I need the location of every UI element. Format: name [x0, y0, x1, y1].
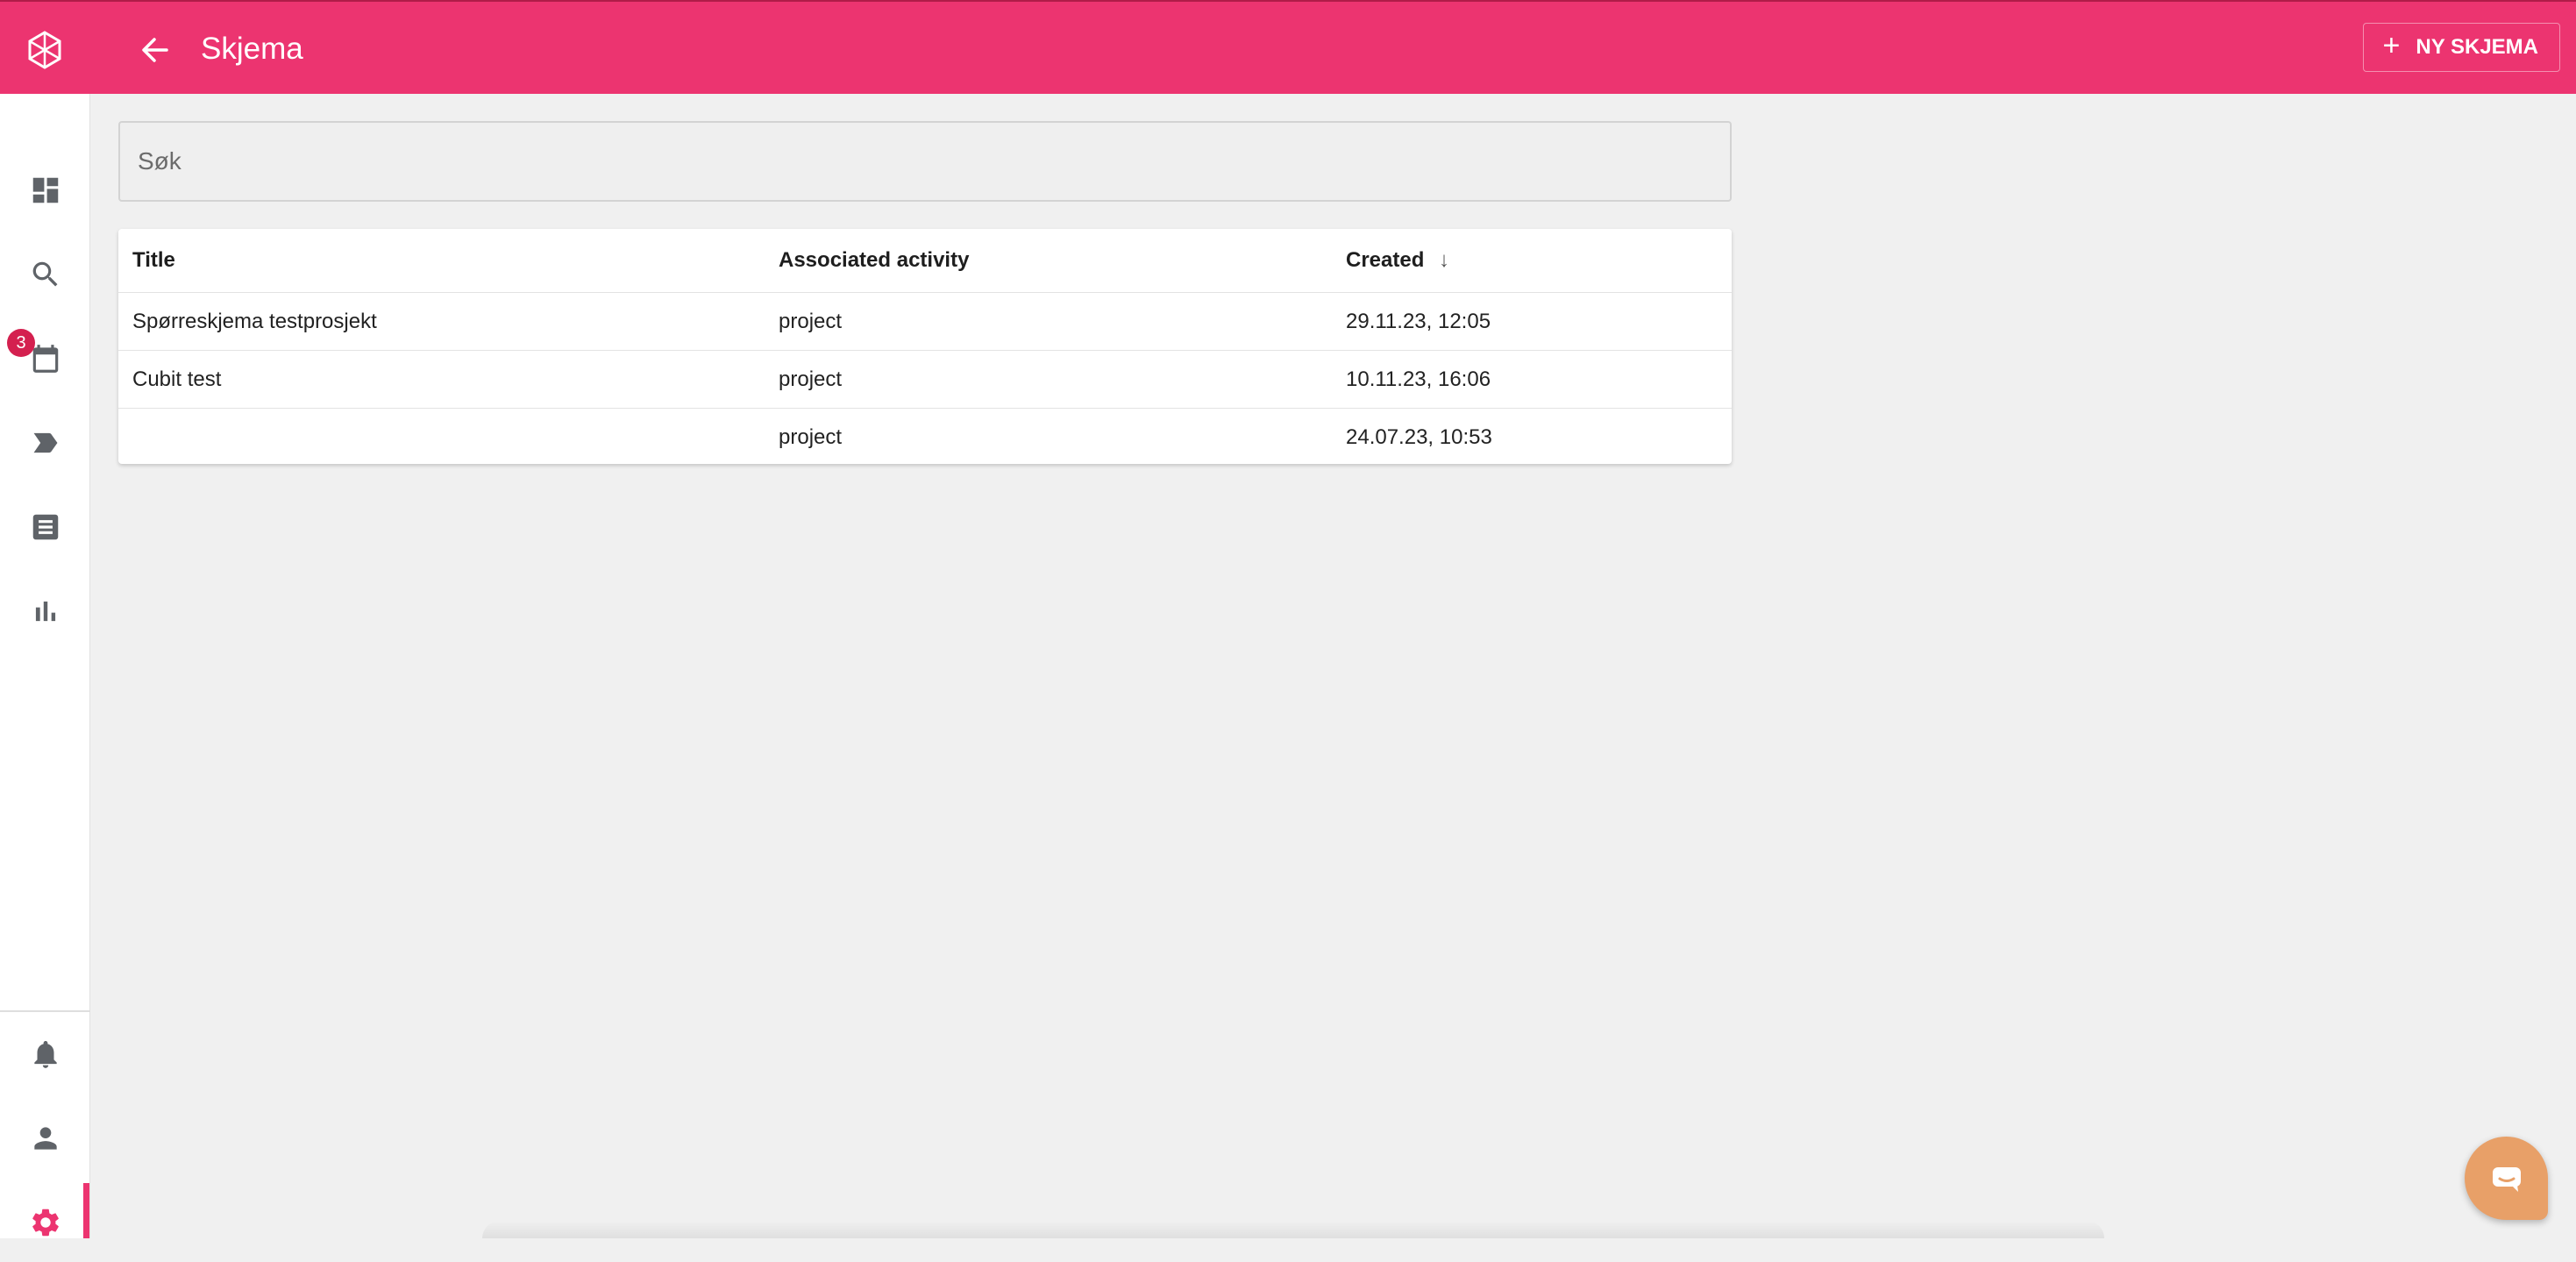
search-input[interactable]: [118, 121, 1732, 202]
new-form-button[interactable]: + NY SKJEMA: [2362, 23, 2560, 72]
cell-activity: project: [779, 367, 843, 391]
new-form-button-label: NY SKJEMA: [2416, 35, 2538, 59]
search-icon: [32, 261, 57, 287]
sidebar: 3: [0, 94, 90, 1238]
column-header-created-label: Created: [1346, 248, 1425, 272]
sidebar-item-settings[interactable]: [0, 1183, 90, 1262]
chat-icon: [2492, 1166, 2521, 1192]
table-row[interactable]: Spørreskjema testprosjekt project 29.11.…: [118, 293, 1732, 351]
cell-created: 24.07.23, 10:53: [1346, 424, 1492, 449]
sidebar-item-documents[interactable]: [0, 488, 90, 567]
bar-chart-icon: [35, 601, 55, 622]
calendar-badge: 3: [7, 329, 35, 357]
cell-activity: project: [779, 309, 843, 333]
table-row[interactable]: project 24.07.23, 10:53: [118, 409, 1732, 464]
person-icon: [33, 1127, 57, 1150]
gear-icon: [32, 1209, 59, 1237]
label-icon: [33, 432, 57, 453]
bell-icon: [33, 1040, 57, 1068]
cell-activity: project: [779, 424, 843, 449]
cell-title: Spørreskjema testprosjekt: [132, 309, 377, 333]
sidebar-item-notifications[interactable]: [0, 1015, 90, 1094]
column-header-activity[interactable]: Associated activity: [765, 248, 1332, 273]
dashboard-icon: [32, 177, 58, 203]
cell-title: Cubit test: [132, 367, 222, 391]
chat-button[interactable]: [2465, 1137, 2548, 1220]
column-header-title[interactable]: Title: [118, 248, 765, 273]
cell-created: 10.11.23, 16:06: [1346, 367, 1491, 391]
app-logo-icon[interactable]: [25, 30, 65, 70]
sidebar-item-dashboard[interactable]: [0, 151, 90, 230]
sidebar-item-search[interactable]: [0, 235, 90, 314]
forms-table: Title Associated activity Created ↓ Spør…: [118, 229, 1732, 464]
document-list-icon: [32, 514, 58, 540]
bottom-shadow: [482, 1221, 2104, 1238]
column-header-created[interactable]: Created ↓: [1332, 248, 1732, 273]
sort-descending-icon[interactable]: ↓: [1439, 248, 1449, 273]
plus-icon: +: [2382, 29, 2401, 62]
active-nav-indicator: [83, 1183, 89, 1238]
table-row[interactable]: Cubit test project 10.11.23, 16:06: [118, 351, 1732, 409]
top-app-bar: Skjema + NY SKJEMA: [0, 0, 2576, 94]
arrow-left-icon[interactable]: [137, 32, 174, 68]
sidebar-item-tags[interactable]: [0, 403, 90, 482]
sidebar-item-reports[interactable]: [0, 572, 90, 651]
sidebar-item-profile[interactable]: [0, 1099, 90, 1178]
sidebar-divider: [0, 1010, 90, 1012]
cell-created: 29.11.23, 12:05: [1346, 309, 1491, 333]
page-title: Skjema: [201, 32, 303, 66]
table-header-row: Title Associated activity Created ↓: [118, 229, 1732, 293]
